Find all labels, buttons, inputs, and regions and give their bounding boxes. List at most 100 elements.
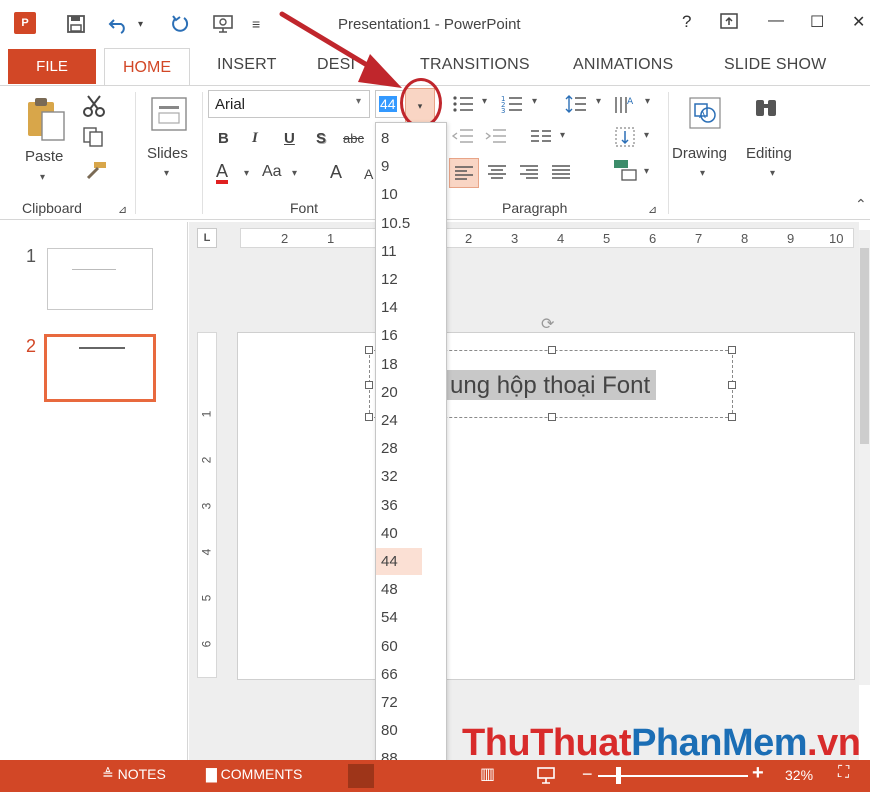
- font-size-option[interactable]: 32: [376, 463, 446, 490]
- font-size-option[interactable]: 16: [376, 322, 446, 349]
- shrink-font-button[interactable]: A: [364, 166, 373, 182]
- undo-icon[interactable]: [108, 10, 130, 38]
- slides-button-label[interactable]: Slides: [147, 145, 188, 162]
- slides-dropdown-icon[interactable]: ▾: [164, 168, 169, 179]
- start-from-beginning-icon[interactable]: [212, 10, 234, 38]
- save-icon[interactable]: [66, 10, 86, 38]
- normal-view-button[interactable]: [348, 764, 374, 788]
- paragraph-launcher-icon[interactable]: ⊿: [648, 203, 657, 216]
- tab-insert[interactable]: INSERT: [217, 56, 277, 74]
- resize-handle[interactable]: [365, 381, 373, 389]
- redo-icon[interactable]: [170, 10, 190, 38]
- cut-icon[interactable]: [82, 94, 106, 121]
- line-spacing-icon[interactable]: [565, 94, 587, 117]
- comments-button[interactable]: ▇ COMMENTS: [206, 766, 302, 783]
- resize-handle[interactable]: [548, 346, 556, 354]
- resize-handle[interactable]: [728, 413, 736, 421]
- zoom-in-button[interactable]: +: [752, 762, 764, 785]
- font-size-option[interactable]: 72: [376, 689, 446, 716]
- find-binoculars-icon[interactable]: [752, 94, 782, 127]
- columns-icon[interactable]: [530, 128, 552, 149]
- customize-qat-icon[interactable]: ≡: [252, 10, 260, 38]
- numbering-dropdown-icon[interactable]: ▾: [532, 96, 537, 107]
- change-case-button[interactable]: Aa: [262, 163, 282, 181]
- italic-button[interactable]: I: [252, 130, 258, 147]
- slide-thumbnail-2[interactable]: [44, 334, 156, 402]
- font-size-option[interactable]: 18: [376, 351, 446, 378]
- align-text-dropdown-icon[interactable]: ▾: [644, 130, 649, 141]
- line-spacing-dropdown-icon[interactable]: ▾: [596, 96, 601, 107]
- font-size-option[interactable]: 12: [376, 266, 446, 293]
- font-size-option[interactable]: 10: [376, 181, 446, 208]
- tab-animations[interactable]: ANIMATIONS: [573, 56, 673, 74]
- font-size-option[interactable]: 8: [376, 125, 446, 152]
- numbering-icon[interactable]: 123: [501, 94, 523, 117]
- drawing-dropdown-icon[interactable]: ▾: [700, 168, 705, 179]
- smartart-icon[interactable]: [612, 158, 640, 187]
- bullets-dropdown-icon[interactable]: ▾: [482, 96, 487, 107]
- tab-selector[interactable]: L: [197, 228, 217, 248]
- collapse-ribbon-icon[interactable]: ⌃: [855, 196, 867, 213]
- smartart-dropdown-icon[interactable]: ▾: [644, 166, 649, 177]
- font-size-option[interactable]: 36: [376, 492, 446, 519]
- font-color-dropdown-icon[interactable]: ▾: [244, 168, 249, 179]
- align-left-button[interactable]: [449, 158, 479, 188]
- underline-button[interactable]: U: [284, 130, 295, 147]
- paste-button-label[interactable]: Paste: [25, 148, 63, 165]
- paste-icon[interactable]: [26, 96, 66, 145]
- tab-slide-show[interactable]: SLIDE SHOW: [724, 56, 826, 74]
- strikethrough-button[interactable]: abc: [343, 131, 364, 146]
- format-painter-icon[interactable]: [84, 160, 108, 183]
- vertical-ruler[interactable]: 1 2 3 4 5 6: [197, 332, 217, 678]
- text-direction-dropdown-icon[interactable]: ▾: [645, 96, 650, 107]
- justify-icon[interactable]: [550, 162, 572, 185]
- increase-indent-icon[interactable]: [485, 128, 507, 149]
- tab-file[interactable]: FILE: [8, 49, 96, 84]
- editing-dropdown-icon[interactable]: ▾: [770, 168, 775, 179]
- resize-handle[interactable]: [365, 413, 373, 421]
- bold-button[interactable]: B: [218, 130, 229, 147]
- font-size-option[interactable]: 60: [376, 633, 446, 660]
- zoom-slider-thumb[interactable]: [616, 767, 621, 784]
- slide-show-view-icon[interactable]: [536, 766, 556, 789]
- ribbon-display-options-icon[interactable]: [720, 12, 738, 35]
- font-size-option[interactable]: 54: [376, 604, 446, 631]
- new-slide-icon[interactable]: [150, 96, 190, 137]
- align-center-icon[interactable]: [486, 162, 508, 185]
- editing-button-label[interactable]: Editing: [746, 145, 792, 162]
- font-size-option[interactable]: 48: [376, 576, 446, 603]
- close-icon[interactable]: ✕: [852, 12, 865, 32]
- align-right-icon[interactable]: [518, 162, 540, 185]
- columns-dropdown-icon[interactable]: ▾: [560, 130, 565, 141]
- horizontal-ruler[interactable]: 2 1 2 3 4 5 6 7 8 9 10: [240, 228, 854, 248]
- font-size-option[interactable]: 40: [376, 520, 446, 547]
- slide-thumbnail-1[interactable]: [47, 248, 153, 310]
- resize-handle[interactable]: [365, 346, 373, 354]
- text-direction-icon[interactable]: A: [613, 94, 639, 119]
- resize-handle[interactable]: [728, 381, 736, 389]
- font-size-option[interactable]: 28: [376, 435, 446, 462]
- font-size-option[interactable]: 14: [376, 294, 446, 321]
- text-shadow-button[interactable]: S: [316, 130, 326, 147]
- font-size-option[interactable]: 20: [376, 379, 446, 406]
- minimize-icon[interactable]: —: [768, 12, 784, 30]
- font-size-option[interactable]: 66: [376, 661, 446, 688]
- paste-dropdown-icon[interactable]: ▾: [40, 172, 45, 183]
- help-icon[interactable]: ?: [682, 12, 691, 32]
- maximize-icon[interactable]: ☐: [810, 12, 824, 32]
- selected-slide-text[interactable]: ung hộp thoại Font: [444, 370, 657, 400]
- font-size-option[interactable]: 80: [376, 717, 446, 744]
- reading-view-icon[interactable]: ▥: [480, 764, 495, 784]
- bullets-icon[interactable]: [452, 94, 474, 117]
- tab-transitions[interactable]: TRANSITIONS: [420, 56, 530, 74]
- align-text-icon[interactable]: [614, 126, 638, 151]
- font-color-button[interactable]: A: [216, 162, 229, 184]
- font-size-option[interactable]: 24: [376, 407, 446, 434]
- zoom-level[interactable]: 32%: [785, 767, 813, 783]
- notes-button[interactable]: ≜ NOTES: [102, 766, 166, 783]
- font-size-option[interactable]: 10.5: [376, 210, 446, 237]
- font-size-option[interactable]: 11: [376, 238, 446, 265]
- zoom-out-button[interactable]: −: [582, 764, 593, 785]
- drawing-button-label[interactable]: Drawing: [672, 145, 727, 162]
- fit-to-window-icon[interactable]: ⛶: [838, 764, 849, 782]
